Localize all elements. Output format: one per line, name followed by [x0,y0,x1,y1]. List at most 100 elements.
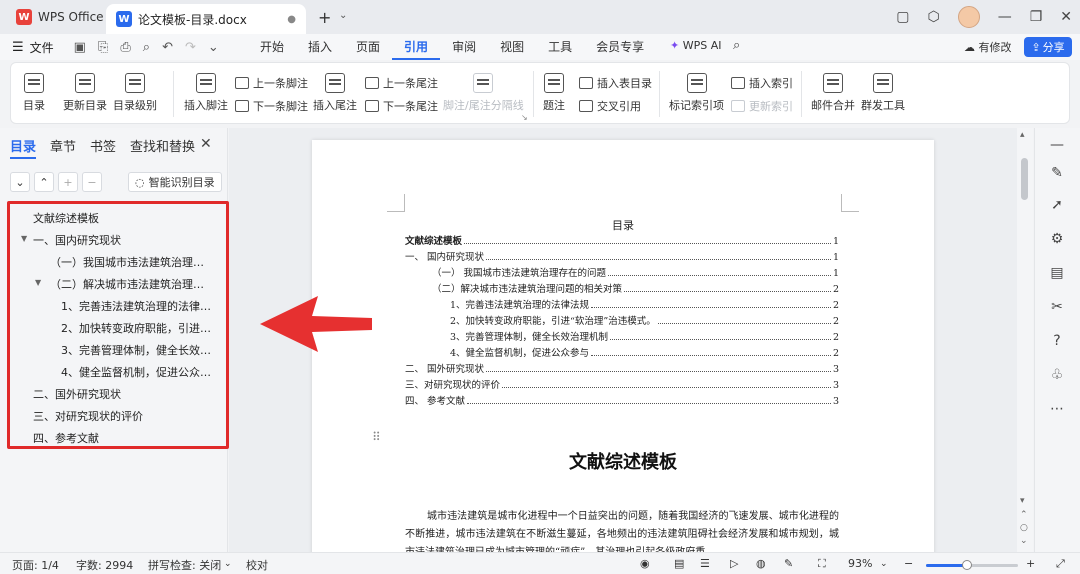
mail-merge-button[interactable]: 邮件合并 [811,73,855,113]
changes-button[interactable]: ☁ 有修改 [964,39,1012,55]
undo-icon[interactable]: ↶ [162,40,173,55]
cube-icon[interactable]: ⬡ [927,9,939,25]
search-icon[interactable]: ⌕ [733,38,740,53]
tools-icon[interactable]: ✂ [1048,298,1066,316]
print-icon[interactable]: ⎙ [120,40,130,55]
page-indicator[interactable]: 页面: 1/4 [12,557,59,573]
nav-toc-item[interactable]: 4、健全监督机制，促进公众参... [61,364,214,380]
file-menu[interactable]: 文件 [30,39,54,56]
expand-triangle-icon[interactable]: ▼ [21,234,27,243]
save-icon[interactable]: ▣ [74,40,86,55]
mark-index-button[interactable]: 标记索引项 [669,73,724,113]
menu-view[interactable]: 视图 [488,34,536,60]
update-index-button[interactable]: 更新索引 [731,98,793,114]
prev-endnote-button[interactable]: 上一条尾注 [365,75,438,91]
nav-toc-item[interactable]: 三、对研究现状的评价 [33,408,213,424]
collapse-sidebar-icon[interactable]: — [1048,136,1066,154]
drag-handle-icon[interactable]: ⠿ [372,430,381,444]
nav-toc-item[interactable]: （一）我国城市违法建筑治理存在... [50,254,214,270]
expand-up-icon[interactable]: ⌃ [34,172,54,192]
caption-button[interactable]: 题注 [543,73,565,113]
promote-icon[interactable]: + [58,172,78,192]
tab-chapters[interactable]: 章节 [50,136,76,159]
more-chevron-icon[interactable]: ⌄ [208,40,219,55]
nav-toc-item[interactable]: 2、加快转变政府职能，引进 "... [61,320,214,336]
next-endnote-button[interactable]: 下一条尾注 [365,98,438,114]
eye-icon[interactable]: ◉ [640,557,650,570]
toc-entry[interactable]: 二、 国外研究现状 3 [405,361,839,375]
prev-footnote-button[interactable]: 上一条脚注 [235,75,308,91]
tab-bookmarks[interactable]: 书签 [90,136,116,159]
menu-home[interactable]: 开始 [248,34,296,60]
prev-page-icon[interactable]: ⌃ [1020,510,1028,520]
toc-entry[interactable]: 一、 国内研究现状 1 [405,249,839,263]
nav-toc-item[interactable]: （二）解决城市违法建筑治理问... [50,276,214,292]
toc-level-button[interactable]: 目录级别 [113,73,157,113]
write-mode-icon[interactable]: ✎ [784,557,793,570]
toc-entry[interactable]: （二）解决城市违法建筑治理问题的相关对策 2 [432,281,839,295]
smart-toc-button[interactable]: ◌ 智能识别目录 [128,172,222,192]
menu-insert[interactable]: 插入 [296,34,344,60]
toc-entry[interactable]: 文献综述模板 1 [405,233,839,247]
toc-entry[interactable]: 三、对研究现状的评价 3 [405,377,839,391]
pen-icon[interactable]: ✎ [1048,164,1066,182]
zoom-out-icon[interactable]: − [904,557,913,570]
wps-ai-button[interactable]: ✦ WPS AI [670,39,721,52]
zoom-chevron-icon[interactable]: ⌄ [880,559,888,569]
close-icon[interactable]: ✕ [1060,9,1072,25]
word-count[interactable]: 字数: 2994 [76,557,133,573]
scroll-thumb[interactable] [1021,158,1028,200]
nav-toc-item[interactable]: 二、国外研究现状 [33,386,213,402]
avatar[interactable] [957,6,980,28]
help-icon[interactable]: ? [1048,332,1066,350]
nav-toc-item[interactable]: 3、完善管理体制，健全长效治... [61,342,214,358]
shirt-icon[interactable]: ♧ [1048,366,1066,384]
minimize-icon[interactable]: — [998,9,1012,25]
dialog-launcher-icon[interactable]: ↘ [521,113,528,122]
play-icon[interactable]: ▷ [730,557,738,570]
demote-icon[interactable]: − [82,172,102,192]
outline-view-icon[interactable]: ☰ [700,557,710,570]
cross-reference-button[interactable]: 交叉引用 [579,98,641,114]
next-footnote-button[interactable]: 下一条脚注 [235,98,308,114]
tab-list-chevron-icon[interactable]: ⌄ [339,10,347,21]
toc-entry[interactable]: 四、 参考文献 3 [405,393,839,407]
scroll-down-icon[interactable]: ▾ [1020,496,1025,506]
menu-tools[interactable]: 工具 [536,34,584,60]
toc-button[interactable]: 目录 [23,73,45,113]
menu-references[interactable]: 引用 [392,34,441,60]
toc-entry[interactable]: （一） 我国城市违法建筑治理存在的问题 1 [432,265,839,279]
scroll-up-icon[interactable]: ▴ [1020,130,1025,140]
toc-entry[interactable]: 2、加快转变政府职能，引进“软治理”治违模式。 2 [450,313,839,327]
zoom-slider-knob[interactable] [962,560,973,570]
fit-page-icon[interactable]: ⛶ [818,557,826,571]
browse-object-icon[interactable]: ○ [1020,523,1028,533]
toc-entry[interactable]: 4、健全监督机制，促进公众参与 2 [450,345,839,359]
export-icon[interactable]: ⎘ [98,40,108,55]
vertical-scrollbar[interactable]: ▴ ▾ ⌃ ○ ⌄ [1017,128,1033,552]
update-toc-button[interactable]: 更新目录 [63,73,107,113]
menu-review[interactable]: 审阅 [440,34,488,60]
unsaved-dot-icon[interactable]: ● [287,14,296,25]
collapse-all-icon[interactable]: ⌄ [10,172,30,192]
window-mode-icon[interactable]: ▢ [896,9,909,25]
web-view-icon[interactable]: ◍ [756,557,766,570]
chart-edit-icon[interactable]: ▤ [1048,264,1066,282]
select-pointer-icon[interactable]: ➚ [1048,196,1066,214]
insert-index-button[interactable]: 插入索引 [731,75,793,91]
new-tab-icon[interactable]: + [318,8,331,27]
adjust-settings-icon[interactable]: ⚙ [1048,230,1066,248]
menu-page[interactable]: 页面 [344,34,392,60]
proofread-button[interactable]: 校对 [246,557,268,573]
page-view-icon[interactable]: ▤ [674,557,684,570]
share-button[interactable]: ⇪ 分享 [1024,37,1072,57]
tab-toc[interactable]: 目录 [10,136,37,159]
restore-icon[interactable]: ❐ [1030,9,1043,25]
home-tab[interactable]: W WPS Office [8,6,112,28]
menu-hamburger-icon[interactable]: ☰ [12,40,24,55]
nav-toc-item[interactable]: 1、完善违法建筑治理的法律法... [61,298,214,314]
tab-find-replace[interactable]: 查找和替换 [130,136,195,159]
toc-entry[interactable]: 3、完善管理体制，健全长效治理机制 2 [450,329,839,343]
document-tab[interactable]: W 论文模板-目录.docx ● [106,4,306,34]
nav-toc-item[interactable]: 文献综述模板 [33,210,213,226]
